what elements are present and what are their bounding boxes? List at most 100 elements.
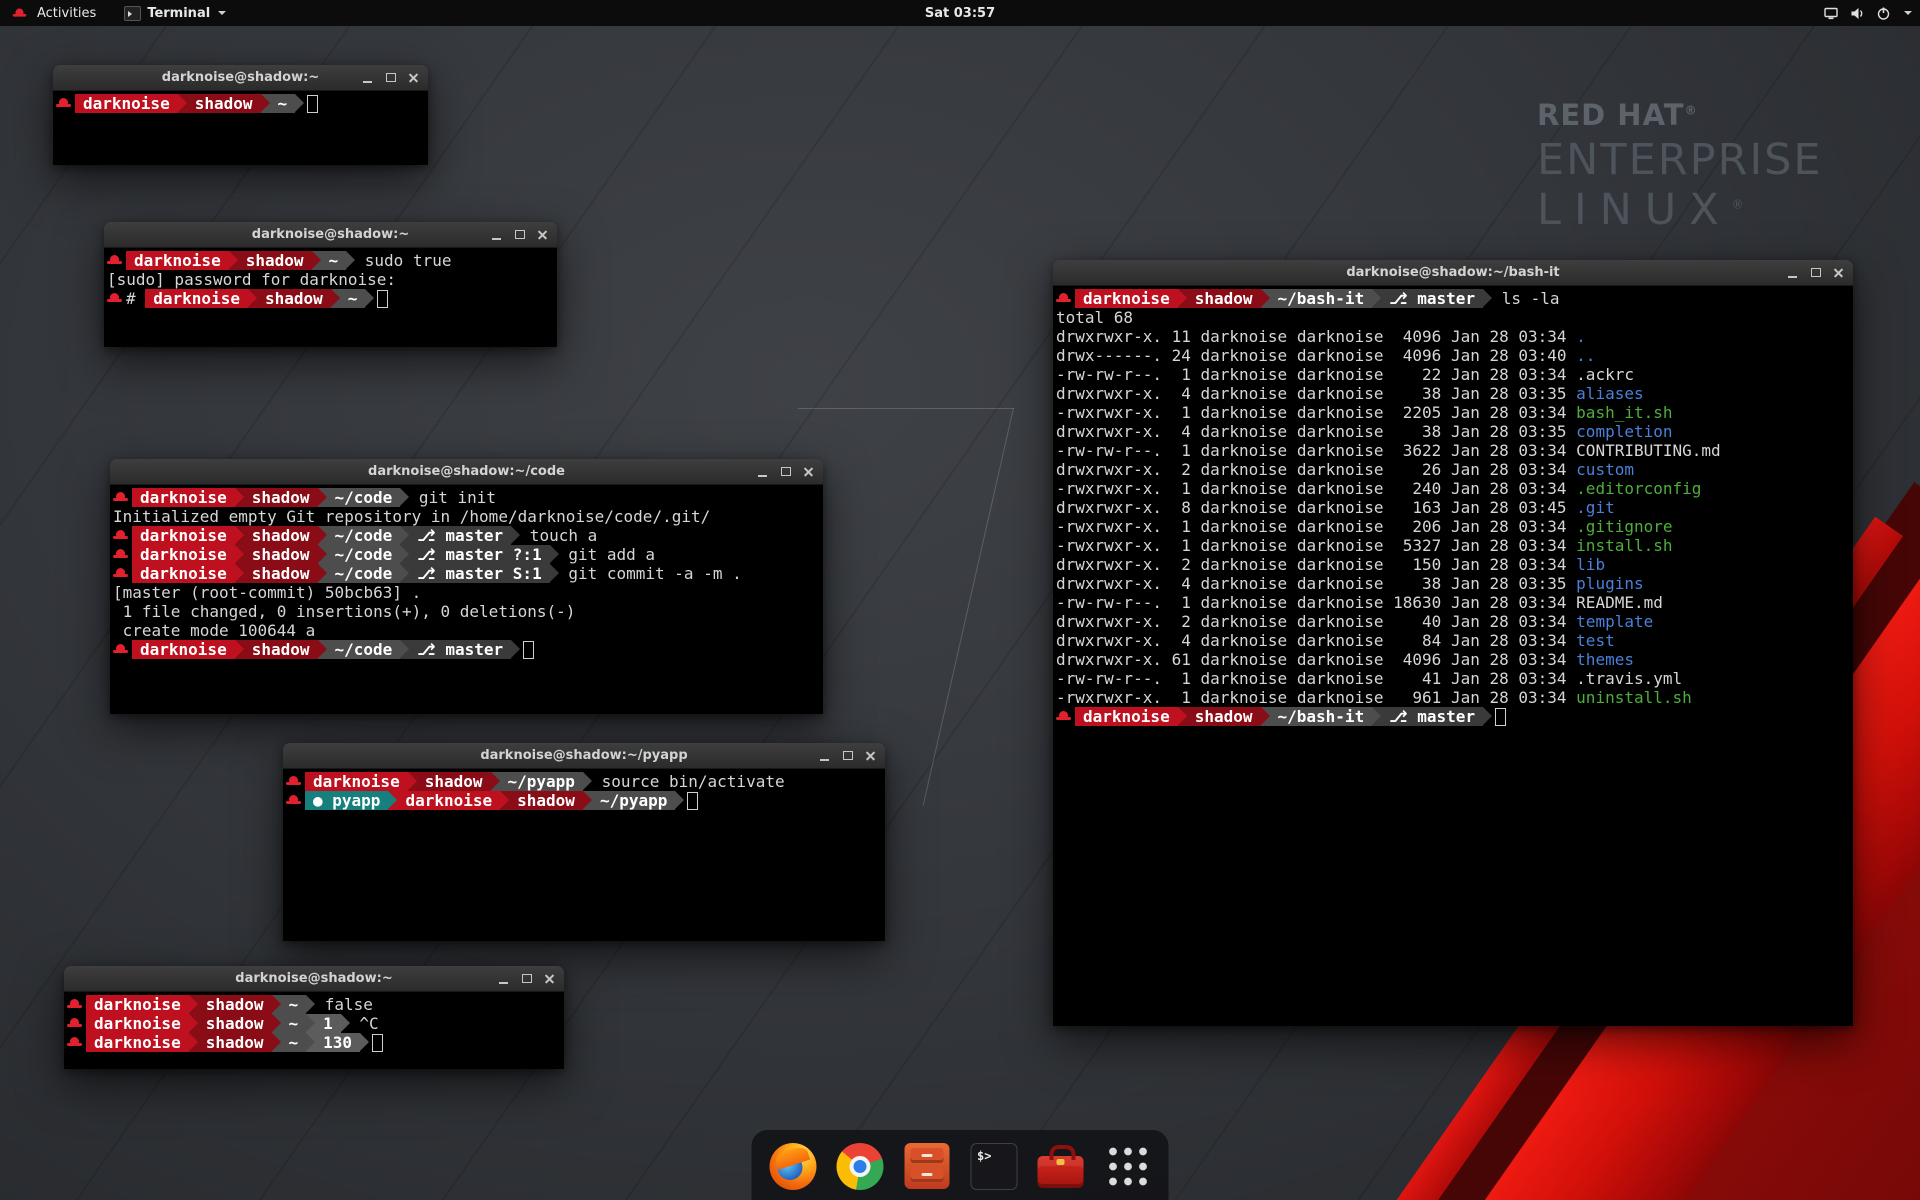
terminal-content[interactable]: darknoiseshadow~ xyxy=(53,91,428,165)
powerline-arrow-icon xyxy=(583,791,592,810)
app-menu-terminal[interactable]: Terminal xyxy=(120,0,230,26)
terminal-icon: $> xyxy=(970,1143,1017,1190)
maximize-button[interactable] xyxy=(1808,265,1823,280)
terminal-line: darknoiseshadow~/code⎇ master ?:1 git ad… xyxy=(113,545,823,564)
titlebar[interactable]: darknoise@shadow:~/code xyxy=(110,459,823,485)
terminal-text: -rwxrwxr-x. 1 darknoise darknoise 961 Ja… xyxy=(1056,688,1576,707)
terminal-prompt-glyph: $> xyxy=(977,1149,991,1163)
prompt-segment: shadow xyxy=(187,94,261,113)
titlebar[interactable]: darknoise@shadow:~ xyxy=(64,966,564,992)
terminal-line: drwxrwxr-x. 4 darknoise darknoise 84 Jan… xyxy=(1056,631,1853,650)
prompt-segment: ~/code xyxy=(327,640,401,659)
titlebar[interactable]: darknoise@shadow:~/pyapp xyxy=(283,743,885,769)
powerline-arrow-icon xyxy=(400,640,409,659)
minimize-button[interactable] xyxy=(360,70,375,85)
dock-file-cabinet[interactable] xyxy=(902,1141,952,1191)
close-button[interactable] xyxy=(535,227,550,242)
terminal-text: drwxrwxr-x. 4 darknoise darknoise 38 Jan… xyxy=(1056,574,1576,593)
prompt-segment: ~/code xyxy=(327,488,401,507)
firefox-icon xyxy=(769,1143,816,1190)
titlebar[interactable]: darknoise@shadow:~/bash-it xyxy=(1053,260,1853,286)
powerline-arrow-icon xyxy=(511,640,520,659)
prompt-segment: ~ xyxy=(340,289,366,308)
minimize-button[interactable] xyxy=(755,464,770,479)
clock[interactable]: Sat 03:57 xyxy=(925,6,995,21)
titlebar[interactable]: darknoise@shadow:~ xyxy=(53,65,428,91)
dock-show-applications[interactable] xyxy=(1103,1141,1153,1191)
terminal-cursor xyxy=(1495,708,1506,726)
terminal-line: darknoiseshadow~/bash-it⎇ master xyxy=(1056,707,1853,726)
terminal-content[interactable]: darknoiseshadow~ falsedarknoiseshadow~1 … xyxy=(64,992,564,1069)
terminal-line: -rw-rw-r--. 1 darknoise darknoise 18630 … xyxy=(1056,593,1853,612)
prompt-segment: 1 xyxy=(315,1014,341,1033)
terminal-text: git commit -a -m . xyxy=(559,564,742,583)
prompt-segment: ~ xyxy=(321,251,347,270)
close-button[interactable] xyxy=(1831,265,1846,280)
terminal-content[interactable]: darknoiseshadow~/code git initInitialize… xyxy=(110,485,823,714)
powerline-arrow-icon xyxy=(189,1014,198,1033)
terminal-content[interactable]: darknoiseshadow~/pyapp source bin/activa… xyxy=(283,769,885,941)
maximize-button[interactable] xyxy=(512,227,527,242)
file-cabinet-icon xyxy=(904,1143,949,1189)
terminal-line: darknoiseshadow~ sudo true xyxy=(107,251,557,270)
minimize-button[interactable] xyxy=(489,227,504,242)
system-status-area[interactable] xyxy=(1823,0,1912,26)
redhat-prompt-icon xyxy=(107,251,122,270)
maximize-button[interactable] xyxy=(519,971,534,986)
terminal-text: total 68 xyxy=(1056,308,1133,327)
window-title: darknoise@shadow:~/code xyxy=(368,464,565,479)
powerline-arrow-icon xyxy=(346,251,355,270)
powerline-arrow-icon xyxy=(388,791,397,810)
terminal-line: drwxrwxr-x. 4 darknoise darknoise 38 Jan… xyxy=(1056,574,1853,593)
prompt-segment: darknoise xyxy=(145,289,248,308)
maximize-button[interactable] xyxy=(840,748,855,763)
terminal-line: ● pyappdarknoiseshadow~/pyapp xyxy=(286,791,885,810)
dock-firefox[interactable] xyxy=(768,1141,818,1191)
activities-button[interactable]: Activities xyxy=(8,0,100,26)
terminal-line: darknoiseshadow~ false xyxy=(67,995,564,1014)
close-button[interactable] xyxy=(863,748,878,763)
volume-icon xyxy=(1850,6,1865,21)
terminal-text: -rw-rw-r--. 1 darknoise darknoise 3622 J… xyxy=(1056,441,1576,460)
terminal-app-icon xyxy=(124,6,141,21)
dock-toolbox[interactable] xyxy=(1036,1141,1086,1191)
terminal-content[interactable]: darknoiseshadow~ sudo true[sudo] passwor… xyxy=(104,248,557,347)
redhat-prompt-icon xyxy=(113,545,128,564)
prompt-segment: ~/code xyxy=(327,564,401,583)
terminal-text: create mode 100644 a xyxy=(113,621,315,640)
terminal-text: drwxrwxr-x. 2 darknoise darknoise 150 Ja… xyxy=(1056,555,1576,574)
toolbox-icon xyxy=(1038,1156,1084,1188)
powerline-arrow-icon xyxy=(400,545,409,564)
close-button[interactable] xyxy=(801,464,816,479)
wallpaper-line xyxy=(798,408,1014,409)
prompt-segment: darknoise xyxy=(1075,707,1178,726)
dock-terminal[interactable]: $> xyxy=(969,1141,1019,1191)
close-button[interactable] xyxy=(542,971,557,986)
titlebar[interactable]: darknoise@shadow:~ xyxy=(104,222,557,248)
dock-chrome[interactable] xyxy=(835,1141,885,1191)
terminal-text: # xyxy=(126,289,145,308)
terminal-text: . xyxy=(1576,327,1586,346)
terminal-line: drwx------. 24 darknoise darknoise 4096 … xyxy=(1056,346,1853,365)
terminal-line: darknoiseshadow~130 xyxy=(67,1033,564,1052)
terminal-content[interactable]: darknoiseshadow~/bash-it⎇ master ls -lat… xyxy=(1053,286,1853,1026)
terminal-cursor xyxy=(372,1034,383,1052)
powerline-arrow-icon xyxy=(400,526,409,545)
terminal-line: drwxrwxr-x. 4 darknoise darknoise 38 Jan… xyxy=(1056,384,1853,403)
redhat-prompt-icon xyxy=(113,488,128,507)
maximize-button[interactable] xyxy=(778,464,793,479)
window-title: darknoise@shadow:~ xyxy=(252,227,409,242)
terminal-window-code: darknoise@shadow:~/code darknoiseshadow~… xyxy=(110,459,823,714)
prompt-segment: darknoise xyxy=(132,488,235,507)
powerline-arrow-icon xyxy=(318,488,327,507)
redhat-prompt-icon xyxy=(113,640,128,659)
minimize-button[interactable] xyxy=(817,748,832,763)
prompt-segment: ⎇ master xyxy=(409,640,511,659)
minimize-button[interactable] xyxy=(496,971,511,986)
close-button[interactable] xyxy=(406,70,421,85)
terminal-text: drwxrwxr-x. 2 darknoise darknoise 40 Jan… xyxy=(1056,612,1576,631)
terminal-line: darknoiseshadow~/code⎇ master touch a xyxy=(113,526,823,545)
minimize-button[interactable] xyxy=(1785,265,1800,280)
maximize-button[interactable] xyxy=(383,70,398,85)
powerline-arrow-icon xyxy=(675,791,684,810)
